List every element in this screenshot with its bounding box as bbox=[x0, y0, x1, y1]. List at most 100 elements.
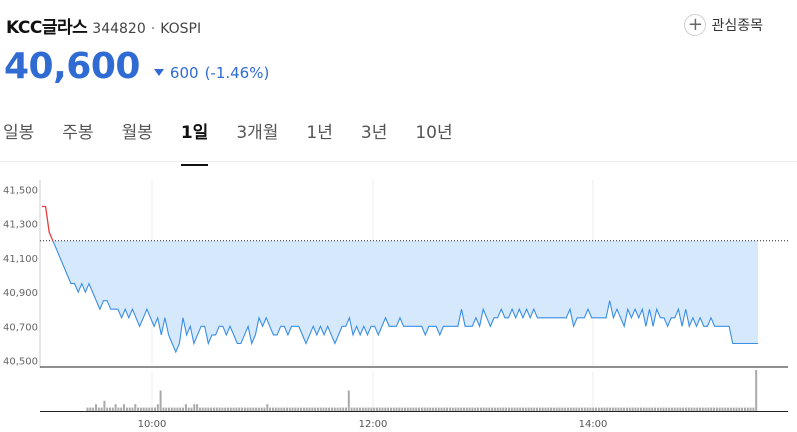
volume-bar bbox=[749, 407, 752, 411]
intraday-chart[interactable]: 41,500 41,300 41,100 40,900 40,700 40,500 10:0… bbox=[0, 170, 797, 432]
volume-bar bbox=[375, 407, 378, 411]
volume-bar bbox=[137, 407, 140, 411]
tab-6[interactable]: 1년 bbox=[306, 118, 332, 152]
volume-bar bbox=[418, 407, 420, 411]
volume-bar bbox=[449, 407, 451, 411]
volume-bar bbox=[620, 407, 623, 411]
volume-bar bbox=[457, 407, 460, 411]
volume-bar bbox=[491, 407, 494, 411]
quote-row: 40,600 600 (-1.46%) bbox=[4, 46, 269, 87]
volume-bar bbox=[342, 407, 345, 411]
volume-bar bbox=[685, 407, 687, 411]
stock-name[interactable]: KCC글라스 bbox=[6, 13, 88, 38]
volume-bar bbox=[213, 407, 215, 411]
volume-bar bbox=[575, 407, 578, 411]
volume-bar bbox=[668, 407, 671, 411]
volume-bar bbox=[530, 407, 533, 411]
volume-bar bbox=[460, 407, 463, 411]
volume-bar bbox=[729, 407, 732, 411]
volume-bar bbox=[145, 407, 148, 411]
volume-bar bbox=[311, 407, 314, 411]
y-tick-label: 40,700 bbox=[3, 322, 38, 333]
volume-bar bbox=[123, 404, 125, 411]
volume-bar bbox=[227, 407, 229, 411]
volume-bar bbox=[103, 400, 106, 412]
add-watchlist-button[interactable]: + 관심종목 bbox=[684, 14, 763, 36]
volume-bar bbox=[139, 407, 142, 411]
volume-bar bbox=[676, 407, 679, 411]
volume-bar bbox=[752, 407, 755, 411]
volume-bar bbox=[552, 407, 555, 411]
volume-bar bbox=[106, 407, 109, 411]
tab-1[interactable]: 일봉 bbox=[3, 118, 34, 152]
tab-7[interactable]: 3년 bbox=[361, 118, 387, 152]
volume-bar bbox=[496, 407, 499, 411]
volume-bar bbox=[229, 407, 232, 411]
volume-bar bbox=[117, 407, 120, 411]
volume-bar bbox=[701, 407, 704, 411]
volume-bar bbox=[510, 407, 513, 411]
volume-bar bbox=[597, 407, 600, 411]
market-name: KOSPI bbox=[160, 21, 202, 37]
volume-bar bbox=[336, 407, 339, 411]
volume-bar bbox=[210, 407, 213, 411]
volume-bar bbox=[724, 407, 727, 411]
volume-bar bbox=[142, 407, 145, 411]
tab-2[interactable]: 주봉 bbox=[62, 118, 93, 152]
tabs-divider bbox=[0, 161, 797, 162]
y-tick-label: 41,300 bbox=[3, 220, 38, 231]
volume-bar bbox=[148, 407, 151, 411]
volume-bar bbox=[173, 407, 176, 411]
volume-bar bbox=[406, 407, 409, 411]
volume-bar bbox=[547, 407, 550, 411]
volume-bar bbox=[182, 407, 184, 411]
volume-bar bbox=[201, 407, 204, 411]
x-tick-label: 14:00 bbox=[579, 419, 608, 430]
volume-bar bbox=[291, 407, 294, 411]
volume-bar bbox=[564, 407, 567, 411]
volume-bar bbox=[631, 407, 634, 411]
volume-bar bbox=[519, 407, 522, 411]
volume-bar bbox=[670, 407, 673, 411]
volume-bar bbox=[361, 407, 364, 411]
volume-bar bbox=[193, 404, 196, 411]
volume-bar bbox=[412, 407, 415, 411]
price-change: 600 (-1.46%) bbox=[153, 64, 269, 82]
volume-bar bbox=[249, 407, 252, 411]
volume-bar bbox=[451, 407, 454, 411]
volume-bar bbox=[356, 407, 359, 411]
tab-8[interactable]: 10년 bbox=[415, 118, 452, 152]
volume-bar bbox=[294, 407, 297, 411]
volume-bar bbox=[395, 407, 398, 411]
volume-bar bbox=[333, 407, 336, 411]
volume-bar bbox=[746, 407, 749, 411]
volume-bar bbox=[331, 407, 333, 411]
tab-5[interactable]: 3개월 bbox=[236, 118, 278, 152]
volume-bar bbox=[260, 407, 263, 411]
volume-bar bbox=[648, 407, 651, 411]
volume-bar bbox=[97, 407, 100, 411]
tab-3[interactable]: 월봉 bbox=[122, 118, 153, 152]
volume-bar bbox=[645, 407, 648, 411]
change-amount: 600 bbox=[169, 64, 199, 82]
volume-bar bbox=[524, 407, 527, 411]
period-tabs: 일봉 주봉 월봉 1일 3개월 1년 3년 10년 bbox=[3, 118, 481, 166]
tab-4[interactable]: 1일 bbox=[180, 118, 209, 166]
volume-bar bbox=[398, 407, 401, 411]
volume-bar bbox=[89, 407, 92, 411]
volume-bar bbox=[232, 407, 235, 411]
volume-bar bbox=[732, 407, 735, 411]
volume-bar bbox=[277, 407, 280, 411]
volume-bar bbox=[679, 407, 682, 411]
y-tick-label: 40,500 bbox=[3, 357, 38, 368]
volume-bar bbox=[744, 407, 746, 411]
volume-bar bbox=[128, 407, 131, 411]
volume-bar bbox=[392, 407, 395, 411]
volume-bar bbox=[710, 407, 713, 411]
volume-bar bbox=[651, 407, 654, 411]
price-line-up bbox=[42, 205, 54, 242]
volume-bar bbox=[120, 407, 123, 411]
volume-bar bbox=[364, 407, 367, 411]
volume-bar bbox=[454, 407, 457, 411]
volume-bar bbox=[255, 407, 258, 411]
